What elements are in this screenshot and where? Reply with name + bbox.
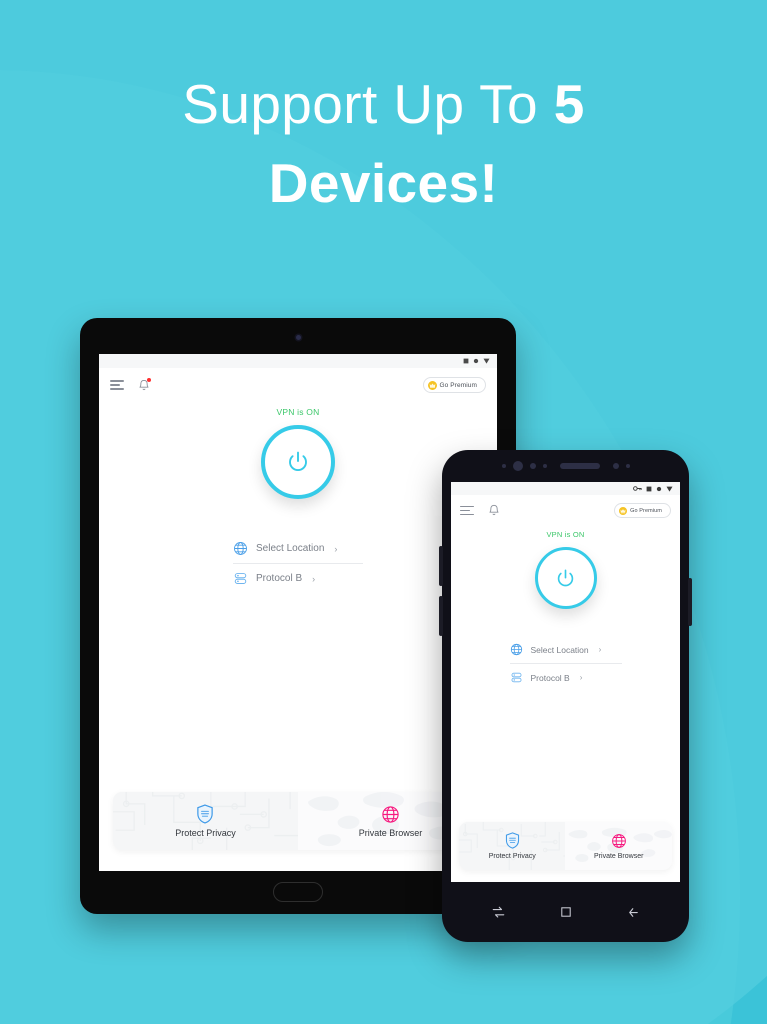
chevron-right-icon: ›	[334, 543, 338, 554]
phone-power-button[interactable]	[688, 578, 692, 626]
protect-privacy-label: Protect Privacy	[175, 828, 236, 839]
go-premium-label: Go Premium	[439, 381, 477, 389]
promo-headline: Support Up To 5 Devices!	[0, 72, 767, 217]
phone-volume-down-button[interactable]	[439, 596, 443, 636]
notification-badge	[147, 377, 151, 382]
shield-icon	[505, 832, 520, 849]
tablet-options-list: Select Location › Protocol B ›	[233, 537, 363, 590]
headline-line-2: Devices!	[268, 152, 499, 215]
tablet-home-button[interactable]	[273, 882, 323, 902]
circle-icon	[656, 486, 662, 492]
chevron-right-icon: ›	[579, 673, 583, 682]
go-premium-button[interactable]: Go Premium	[422, 377, 486, 393]
tablet-app-bar: Go Premium	[99, 368, 497, 395]
wifi-icon	[666, 486, 673, 492]
vpn-power-toggle-button[interactable]	[261, 425, 335, 499]
crown-icon	[427, 380, 437, 390]
sensor-dot-icon	[612, 463, 619, 469]
promo-screenshot: Support Up To 5 Devices! Go Premium VPN …	[0, 0, 767, 1024]
phone-feature-card: Protect Privacy Private Browser	[459, 822, 672, 870]
protect-privacy-tile[interactable]: Protect Privacy	[112, 792, 298, 851]
globe-browser-icon	[611, 833, 627, 849]
phone-volume-up-button[interactable]	[439, 546, 443, 586]
protect-privacy-tile[interactable]: Protect Privacy	[459, 822, 566, 870]
go-premium-label: Go Premium	[630, 507, 662, 514]
protect-privacy-label: Protect Privacy	[488, 853, 536, 860]
chevron-right-icon: ›	[312, 573, 316, 584]
headline-line-1-text: Support Up To	[182, 73, 554, 135]
hamburger-menu-icon[interactable]	[110, 380, 124, 390]
private-browser-tile[interactable]: Private Browser	[565, 822, 672, 870]
vpn-power-toggle-button[interactable]	[534, 547, 597, 609]
power-button-area	[451, 547, 680, 609]
home-square-icon[interactable]	[559, 905, 573, 919]
select-location-label: Select Location	[256, 543, 325, 554]
phone-app-bar: Go Premium	[451, 495, 680, 520]
options-divider	[509, 663, 622, 664]
select-location-label: Select Location	[530, 644, 589, 655]
vpn-status-text: VPN is ON	[546, 530, 585, 539]
vpn-status-text: VPN is ON	[276, 407, 320, 417]
protocol-label: Protocol B	[530, 672, 570, 683]
wifi-icon	[483, 358, 490, 364]
phone-status-bar	[451, 482, 680, 495]
globe-browser-icon	[381, 805, 400, 824]
sensor-dot-icon	[501, 464, 506, 468]
phone-device: Go Premium VPN is ON Select Location › P…	[439, 450, 692, 942]
battery-icon	[463, 358, 469, 364]
battery-icon	[646, 486, 652, 492]
bell-icon[interactable]	[488, 504, 500, 517]
phone-navigation-bar	[442, 882, 689, 942]
headline-device-count: 5	[553, 73, 585, 135]
phone-screen: Go Premium VPN is ON Select Location › P…	[451, 482, 680, 882]
globe-icon	[510, 643, 523, 656]
crown-icon	[619, 506, 628, 515]
options-divider	[233, 563, 363, 564]
bell-icon[interactable]	[138, 377, 151, 392]
tablet-screen: Go Premium VPN is ON Select Location › P…	[99, 354, 497, 871]
sensor-dot-icon	[529, 463, 536, 469]
back-arrow-icon[interactable]	[626, 905, 641, 920]
tablet-feature-card: Protect Privacy Private Browser	[112, 792, 484, 851]
sensor-dot-icon	[542, 464, 547, 468]
tablet-status-bar	[99, 354, 497, 368]
vpn-app-phone: Go Premium VPN is ON Select Location › P…	[451, 482, 680, 882]
sensor-dot-icon	[625, 464, 630, 468]
earpiece-speaker	[559, 463, 600, 469]
phone-options-list: Select Location › Protocol B ›	[509, 639, 622, 688]
shield-icon	[196, 804, 214, 824]
phone-notch-bar	[442, 450, 689, 482]
recent-apps-icon[interactable]	[491, 905, 506, 920]
private-browser-label: Private Browser	[358, 827, 423, 838]
server-protocol-icon	[510, 671, 523, 684]
globe-icon	[233, 541, 248, 556]
chevron-right-icon: ›	[598, 645, 602, 654]
go-premium-button[interactable]: Go Premium	[614, 503, 671, 518]
protocol-row[interactable]: Protocol B ›	[233, 567, 363, 590]
protocol-row[interactable]: Protocol B ›	[510, 667, 622, 688]
select-location-row[interactable]: Select Location ›	[233, 537, 363, 560]
headline-line-1: Support Up To 5	[0, 72, 767, 137]
vpn-key-icon	[633, 485, 642, 492]
server-protocol-icon	[233, 571, 248, 586]
tablet-camera-icon	[295, 335, 301, 340]
power-button-area	[99, 425, 497, 499]
power-icon	[556, 568, 575, 589]
protocol-label: Protocol B	[256, 573, 303, 584]
circle-icon	[473, 358, 479, 364]
private-browser-label: Private Browser	[594, 852, 644, 860]
select-location-row[interactable]: Select Location ›	[510, 639, 622, 660]
front-camera-icon	[512, 461, 523, 471]
vpn-app-tablet: Go Premium VPN is ON Select Location › P…	[99, 354, 497, 871]
hamburger-menu-icon[interactable]	[460, 505, 474, 516]
power-icon	[287, 450, 309, 474]
